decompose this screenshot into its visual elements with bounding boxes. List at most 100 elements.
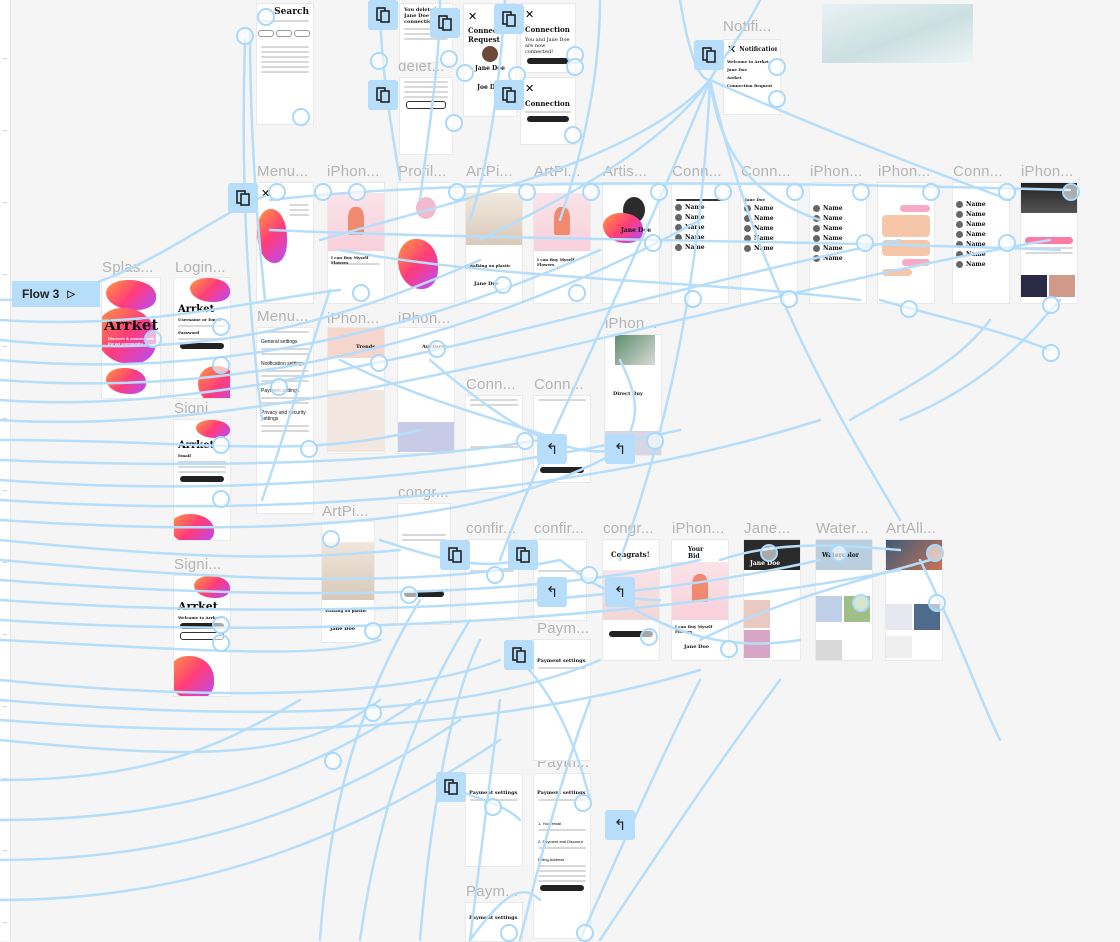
hotspot-dot[interactable] <box>370 52 388 70</box>
hotspot-dot[interactable] <box>768 90 786 108</box>
filter-chip[interactable] <box>294 30 310 37</box>
email-field[interactable] <box>538 829 586 831</box>
hotspot-dot[interactable] <box>518 183 536 201</box>
hotspot-dot[interactable] <box>348 183 366 201</box>
play-icon[interactable]: ▷ <box>67 289 75 300</box>
contact-name[interactable]: Name <box>823 245 843 252</box>
contact-name[interactable]: Name <box>823 255 843 262</box>
overlay-icon[interactable] <box>694 40 724 70</box>
hotspot-dot[interactable] <box>300 440 318 458</box>
back-arrow-icon[interactable]: ↰ <box>537 434 567 464</box>
connections-screen[interactable]: Name Name Name Name Name <box>672 183 728 303</box>
hotspot-dot[interactable] <box>370 354 388 372</box>
contact-name[interactable]: Name <box>823 235 843 242</box>
contact-name[interactable]: Name <box>966 211 986 218</box>
hotspot-dot[interactable] <box>650 183 668 201</box>
hotspot-dot[interactable] <box>998 183 1016 201</box>
notification-settings-label[interactable]: Notification settings <box>261 361 309 367</box>
hotspot-dot[interactable] <box>212 436 230 454</box>
your-bid-screen[interactable]: Your Bid I can Buy Myself Flowers Jane D… <box>672 540 728 660</box>
billing-field[interactable] <box>538 875 586 877</box>
hotspot-dot[interactable] <box>900 300 918 318</box>
hotspot-dot[interactable] <box>928 594 946 612</box>
hotspot-dot[interactable] <box>144 330 162 348</box>
hotspot-dot[interactable] <box>576 924 594 942</box>
hotspot-dot[interactable] <box>445 114 463 132</box>
contact-name[interactable]: Name <box>823 225 843 232</box>
hotspot-dot[interactable] <box>484 798 502 816</box>
hotspot-dot[interactable] <box>646 432 664 450</box>
close-icon[interactable]: ✕ <box>525 8 571 21</box>
hotspot-dot[interactable] <box>516 432 534 450</box>
billing-field[interactable] <box>538 880 586 882</box>
hotspot-dot[interactable] <box>212 490 230 508</box>
overlay-icon[interactable] <box>228 183 258 213</box>
contact-name[interactable]: Name <box>685 234 705 241</box>
submit-button[interactable] <box>540 885 584 891</box>
hotspot-dot[interactable] <box>786 183 804 201</box>
text-field[interactable] <box>178 466 226 468</box>
hotspot-dot[interactable] <box>1042 344 1060 362</box>
filter-chip[interactable] <box>258 30 274 37</box>
overlay-icon[interactable] <box>368 80 398 110</box>
overlay-icon[interactable] <box>430 8 460 38</box>
hotspot-dot[interactable] <box>582 183 600 201</box>
contact-name[interactable]: Name <box>966 231 986 238</box>
overlay-icon[interactable] <box>508 540 538 570</box>
hotspot-dot[interactable] <box>644 234 662 252</box>
billing-field[interactable] <box>538 865 586 867</box>
hotspot-dot[interactable] <box>768 58 786 76</box>
contact-name[interactable]: Name <box>685 244 705 251</box>
hotspot-dot[interactable] <box>364 704 382 722</box>
general-settings-label[interactable]: General settings <box>261 339 309 345</box>
login-screen[interactable]: Arrket Username or Email Password <box>174 278 230 398</box>
hotspot-dot[interactable] <box>456 64 474 82</box>
hotspot-dot[interactable] <box>440 50 458 68</box>
view-profile-button[interactable] <box>527 116 569 122</box>
hotspot-dot[interactable] <box>212 318 230 336</box>
hotspot-dot[interactable] <box>352 284 370 302</box>
hotspot-dot[interactable] <box>400 586 418 604</box>
contact-name[interactable]: Name <box>754 205 774 212</box>
payment-settings-screen[interactable]: Payment settings <box>534 640 590 760</box>
hotspot-dot[interactable] <box>574 794 592 812</box>
contact-name[interactable]: Name <box>685 224 705 231</box>
hotspot-dot[interactable] <box>566 58 584 76</box>
hotspot-dot[interactable] <box>998 234 1016 252</box>
contact-name[interactable]: Name <box>966 241 986 248</box>
deleted-dialog-2[interactable] <box>400 78 452 154</box>
back-arrow-icon[interactable]: ↰ <box>537 577 567 607</box>
overlay-icon[interactable] <box>436 772 466 802</box>
contact-name[interactable]: Name <box>685 214 705 221</box>
hotspot-dot[interactable] <box>856 234 874 252</box>
hotspot-dot[interactable] <box>314 183 332 201</box>
hotspot-dot[interactable] <box>720 640 738 658</box>
signup-button[interactable] <box>180 476 224 482</box>
login-button[interactable] <box>180 343 224 349</box>
hotspot-dot[interactable] <box>1062 183 1080 201</box>
hotspot-dot[interactable] <box>852 594 870 612</box>
hotspot-dot[interactable] <box>580 566 598 584</box>
filter-chip[interactable] <box>276 30 292 37</box>
back-arrow-icon[interactable]: ↰ <box>605 434 635 464</box>
hotspot-dot[interactable] <box>212 356 230 374</box>
view-profile-button[interactable] <box>527 58 569 64</box>
overlay-icon[interactable] <box>504 640 534 670</box>
notification-item[interactable]: Connection Request <box>727 83 777 88</box>
prototype-canvas[interactable]: Splas... Login... Signi... Signi... Menu… <box>0 0 1120 942</box>
confirm-screen[interactable] <box>466 396 522 492</box>
hotspot-dot[interactable] <box>486 566 504 584</box>
hotspot-dot[interactable] <box>760 544 778 562</box>
contact-name[interactable]: Name <box>754 225 774 232</box>
hotspot-dot[interactable] <box>212 634 230 652</box>
hotspot-dot[interactable] <box>364 622 382 640</box>
contact-name[interactable]: Name <box>823 215 843 222</box>
back-arrow-icon[interactable]: ↰ <box>605 577 635 607</box>
hotspot-dot[interactable] <box>322 530 340 548</box>
chat-screen[interactable] <box>878 183 934 303</box>
trends-screen[interactable]: Trends <box>328 328 384 453</box>
close-icon[interactable]: ✕ <box>727 43 736 56</box>
hotspot-dot[interactable] <box>568 284 586 302</box>
hotspot-dot[interactable] <box>324 752 342 770</box>
overlay-icon[interactable] <box>440 540 470 570</box>
